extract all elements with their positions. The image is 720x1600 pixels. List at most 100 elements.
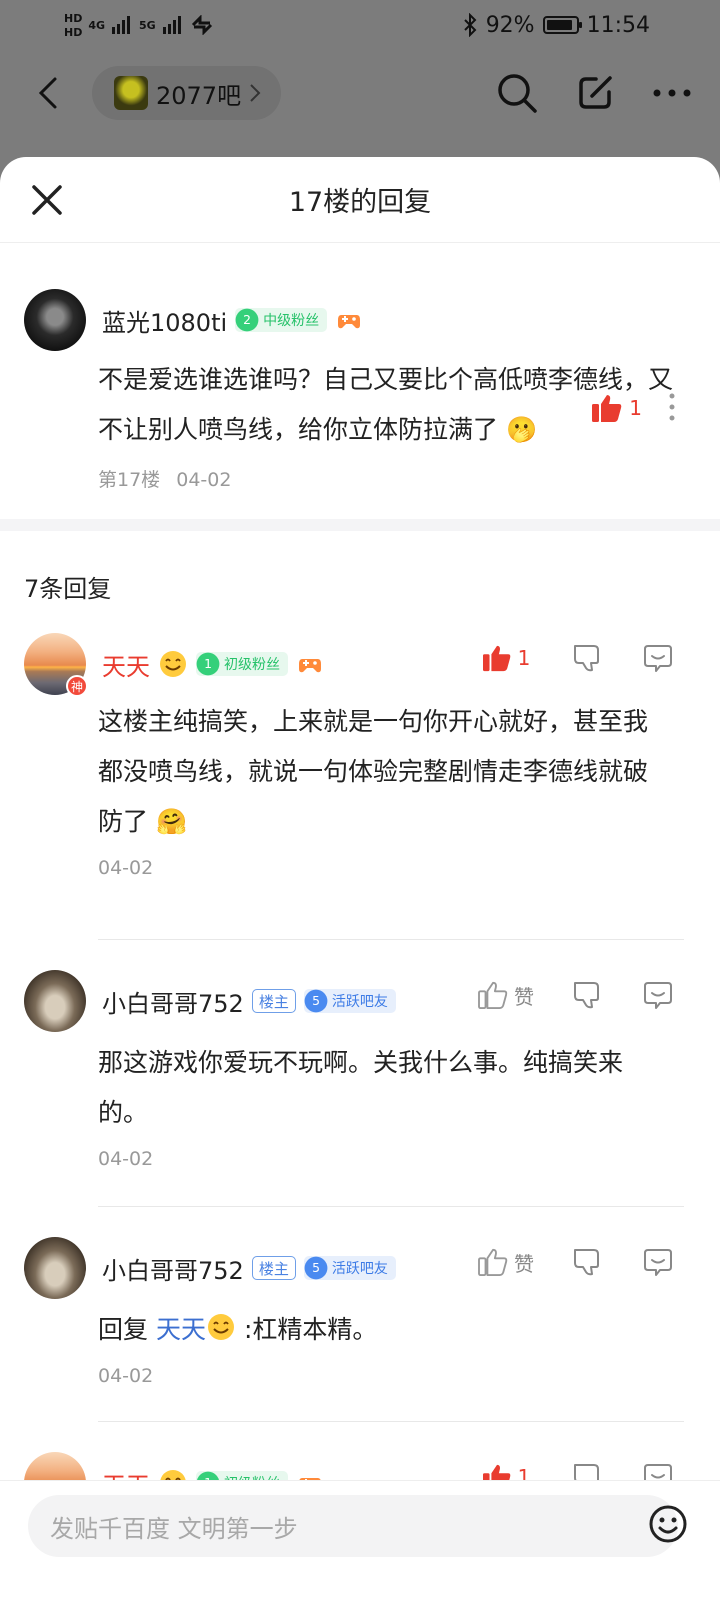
avatar[interactable]: [24, 1237, 86, 1299]
battery-icon: [542, 16, 582, 34]
hd-label-1: HD: [64, 11, 83, 25]
emoji-icon[interactable]: [648, 1504, 688, 1544]
network-4g-label: 4G: [88, 18, 106, 32]
header-actions: [496, 72, 692, 114]
level-label: 活跃吧友: [331, 994, 388, 1010]
hd-label-2: HD: [64, 25, 83, 39]
level-number: 5: [304, 989, 328, 1013]
comment-icon: [644, 645, 672, 672]
more-vertical-icon[interactable]: [668, 392, 676, 422]
username[interactable]: 蓝光1080ti: [102, 303, 227, 338]
smile-emoji-icon: [207, 1314, 234, 1340]
username[interactable]: 天天: [102, 647, 150, 682]
level-number: 5: [304, 1256, 328, 1280]
reply-actions: 1: [466, 643, 688, 673]
more-icon[interactable]: [652, 88, 692, 98]
thumbs-up-filled-icon: [482, 645, 510, 672]
level-label: 活跃吧友: [331, 1261, 388, 1277]
post-emoji: 🫢: [505, 415, 538, 444]
user-line: 蓝光1080ti 2 中级粉丝: [102, 303, 363, 338]
like-count: 1: [517, 646, 531, 670]
reply-item: 小白哥哥752 楼主 5 活跃吧友 赞 回复 天天 :杠精本精。 04-02: [0, 1207, 720, 1421]
bluetooth-icon: [463, 13, 477, 37]
thumbs-up-icon: [478, 1248, 508, 1276]
forum-logo: [114, 76, 148, 110]
reply-prefix: 回复: [98, 1315, 149, 1344]
smile-emoji-icon: [160, 651, 186, 677]
comment-button[interactable]: [628, 643, 688, 673]
reply-item: 小白哥哥752 楼主 5 活跃吧友 赞 那这游戏你爱玩不玩啊。关我什么事。纯搞笑…: [0, 940, 720, 1206]
user-line: 天天 1 初级粉丝: [102, 647, 324, 682]
close-icon[interactable]: [30, 183, 64, 217]
like-button[interactable]: 1: [591, 393, 642, 423]
data-speed-icon: [191, 15, 212, 35]
post-meta: 第17楼 04-02: [98, 465, 680, 492]
forum-chip[interactable]: 2077吧: [92, 66, 282, 120]
gamepad-icon: [338, 315, 361, 329]
search-icon[interactable]: [496, 72, 538, 114]
post-date: 04-02: [176, 469, 232, 491]
god-badge: 神: [66, 675, 88, 697]
owner-tag: 楼主: [251, 1256, 296, 1280]
user-line: 小白哥哥752 楼主 5 活跃吧友: [102, 984, 396, 1019]
floor-label: 第17楼: [98, 469, 161, 491]
reply-date: 04-02: [98, 1148, 154, 1170]
status-indicators: HD HD 4G 5G: [64, 13, 214, 38]
reply-input[interactable]: 发贴千百度 文明第一步: [28, 1495, 678, 1557]
network-5g-label: 5G: [139, 18, 156, 32]
like-button[interactable]: 赞: [466, 1248, 546, 1277]
owner-tag: 楼主: [251, 989, 296, 1013]
dislike-button[interactable]: [552, 643, 622, 673]
comment-icon: [644, 1249, 672, 1276]
signal-icon: [112, 16, 131, 34]
like-count: 1: [629, 396, 642, 420]
reply-text-content: :杠精本精。: [243, 1315, 378, 1344]
username[interactable]: 小白哥哥752: [102, 1251, 244, 1286]
thumbs-down-icon: [574, 982, 599, 1009]
signal-icon-2: [162, 16, 181, 34]
reply-actions: 赞: [466, 980, 688, 1010]
reply-date: 04-02: [98, 1365, 154, 1387]
sheet-title: 17楼的回复: [288, 187, 432, 218]
level-badge: 5 活跃吧友: [303, 989, 396, 1013]
section-separator: [0, 519, 720, 531]
level-label: 初级粉丝: [224, 657, 280, 673]
reply-date: 04-02: [98, 857, 154, 879]
level-badge: 2 中级粉丝: [235, 308, 328, 332]
chevron-right-icon: [250, 84, 261, 102]
thumbs-up-filled-icon: [592, 395, 622, 422]
chevron-left-icon: [38, 77, 57, 109]
thumbs-down-icon: [574, 645, 599, 672]
post-text-content: 不是爱选谁选谁吗？自己又要比个高低喷李德线，又不让别人喷鸟线，给你立体防拉满了: [98, 365, 674, 444]
level-number: 2: [235, 308, 259, 332]
reply-actions: 赞: [466, 1247, 688, 1277]
clock: 11:54: [586, 12, 650, 38]
like-button[interactable]: 1: [466, 644, 546, 672]
like-label: 赞: [514, 984, 534, 1009]
reply-item: 神 天天 1 初级粉丝 1 这楼主纯搞笑，上来就是一句你开心就好，甚至我都没喷鸟…: [0, 633, 720, 939]
main-post: 蓝光1080ti 2 中级粉丝 1 不是爱选谁选谁吗？自己又要比个高低喷李德线，…: [0, 243, 720, 519]
username[interactable]: 小白哥哥752: [102, 984, 244, 1019]
comment-button[interactable]: [628, 980, 688, 1010]
reply-text: 那这游戏你爱玩不玩啊。关我什么事。纯搞笑来的。: [98, 1048, 624, 1127]
level-number: 1: [196, 652, 220, 676]
gamepad-icon: [299, 659, 321, 673]
compose-icon[interactable]: [576, 74, 614, 112]
level-label: 中级粉丝: [263, 313, 320, 329]
mention-link[interactable]: 天天: [156, 1315, 206, 1344]
status-right: 92% 11:54: [462, 13, 650, 38]
avatar[interactable]: [24, 970, 86, 1032]
reply-text: 回复 天天 :杠精本精。: [98, 1305, 654, 1355]
dislike-button[interactable]: [552, 1247, 622, 1277]
avatar[interactable]: [24, 289, 86, 351]
status-bar: HD HD 4G 5G 92% 11:54: [0, 0, 720, 50]
comment-button[interactable]: [628, 1247, 688, 1277]
dislike-button[interactable]: [552, 980, 622, 1010]
like-button[interactable]: 赞: [466, 981, 546, 1010]
battery-percent: 92%: [485, 12, 535, 38]
comment-icon: [644, 982, 672, 1009]
avatar[interactable]: 神: [24, 633, 88, 697]
reply-count: 7条回复: [24, 575, 112, 603]
thumbs-down-icon: [574, 1249, 599, 1276]
back-button[interactable]: [28, 73, 68, 113]
